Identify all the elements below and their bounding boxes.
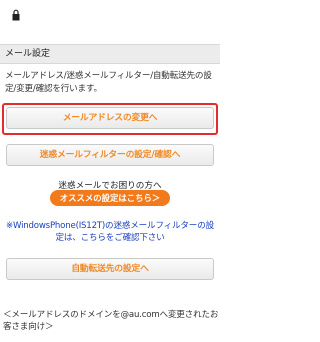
footer-text: ＜メールアドレスのドメインを@au.comへ変更されたお客さま向け＞ [3,310,219,332]
description-text: メールアドレス/迷惑メールフィルター/自動転送先の設定/変更/確認を行います。 [5,71,212,94]
section-title: メール設定 [0,44,220,64]
change-address-button[interactable]: メールアドレスの変更へ [6,107,214,129]
lock-icon [12,9,20,21]
status-bar [0,0,220,40]
auto-forward-button[interactable]: 自動転送先の設定へ [6,258,214,280]
windowsphone-notice-link[interactable]: ※WindowsPhone(IS12T)の迷惑メールフィルターの設定は、こちらを… [3,221,217,244]
spam-filter-button[interactable]: 迷惑メールフィルターの設定/確認へ [6,144,214,166]
recommend-settings-button[interactable]: オススメの設定はこちら＞ [50,190,170,206]
